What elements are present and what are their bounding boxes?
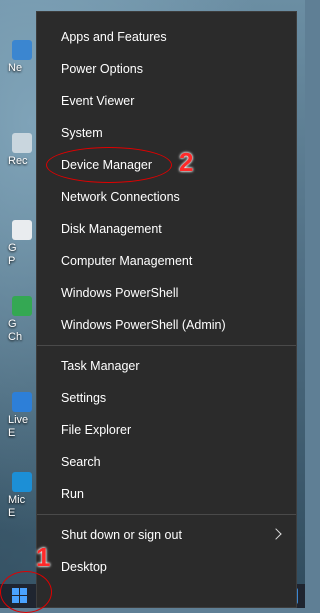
annotation-ellipse-device-manager	[46, 147, 172, 183]
menu-item-power-options[interactable]: Power Options	[37, 55, 296, 83]
menu-separator	[37, 345, 296, 346]
menu-item-run[interactable]: Run	[37, 480, 296, 508]
menu-item-system[interactable]: System	[37, 119, 296, 147]
annotation-ellipse-start-button	[0, 571, 52, 613]
recycle-bin-icon	[12, 133, 32, 153]
menu-item-desktop[interactable]: Desktop	[37, 553, 296, 581]
desktop-icon-label: Rec	[8, 155, 28, 167]
desktop-icon-label: E	[8, 507, 16, 519]
desktop-icon-label: G	[8, 318, 17, 330]
desktop-icon-label: G	[8, 242, 17, 254]
menu-item-computer-management[interactable]: Computer Management	[37, 247, 296, 275]
desktop-icon-label: Mic	[8, 494, 26, 506]
network-icon	[12, 40, 32, 60]
menu-item-windows-powershell-admin[interactable]: Windows PowerShell (Admin)	[37, 311, 296, 339]
desktop-icon-label: Ch	[8, 331, 23, 343]
desktop-icon-recycle-bin[interactable]: Rec	[0, 133, 34, 168]
menu-item-search[interactable]: Search	[37, 448, 296, 476]
desktop-icon-label: E	[8, 427, 16, 439]
annotation-step-1: 1	[36, 542, 51, 572]
menu-item-shut-down-or-sign-out[interactable]: Shut down or sign out	[37, 521, 296, 549]
menu-item-disk-management[interactable]: Disk Management	[37, 215, 296, 243]
annotation-step-2: 2	[179, 147, 194, 177]
app-icon	[12, 220, 32, 240]
chrome-icon	[12, 296, 32, 316]
menu-item-windows-powershell[interactable]: Windows PowerShell	[37, 279, 296, 307]
menu-item-network-connections[interactable]: Network Connections	[37, 183, 296, 211]
desktop-icon-chrome[interactable]: G Ch	[0, 296, 34, 344]
menu-separator	[37, 514, 296, 515]
quick-link-menu: Apps and Features Power Options Event Vi…	[36, 11, 297, 608]
menu-item-task-manager[interactable]: Task Manager	[37, 352, 296, 380]
app-icon	[12, 392, 32, 412]
menu-item-settings[interactable]: Settings	[37, 384, 296, 412]
desktop-icon-network[interactable]: Ne	[0, 40, 34, 75]
menu-item-event-viewer[interactable]: Event Viewer	[37, 87, 296, 115]
desktop-icon-google[interactable]: G P	[0, 220, 34, 268]
menu-item-file-explorer[interactable]: File Explorer	[37, 416, 296, 444]
desktop-icon-label: P	[8, 255, 16, 267]
desktop-icon-label: Live	[8, 414, 29, 426]
menu-item-label: Shut down or sign out	[61, 528, 182, 542]
desktop-icon-microsoft-edge[interactable]: Mic E	[0, 472, 34, 520]
chevron-right-icon	[270, 528, 282, 540]
edge-icon	[12, 472, 32, 492]
desktop-icon-label: Ne	[8, 62, 23, 74]
menu-item-apps-and-features[interactable]: Apps and Features	[37, 23, 296, 51]
desktop-icon-live[interactable]: Live E	[0, 392, 34, 440]
